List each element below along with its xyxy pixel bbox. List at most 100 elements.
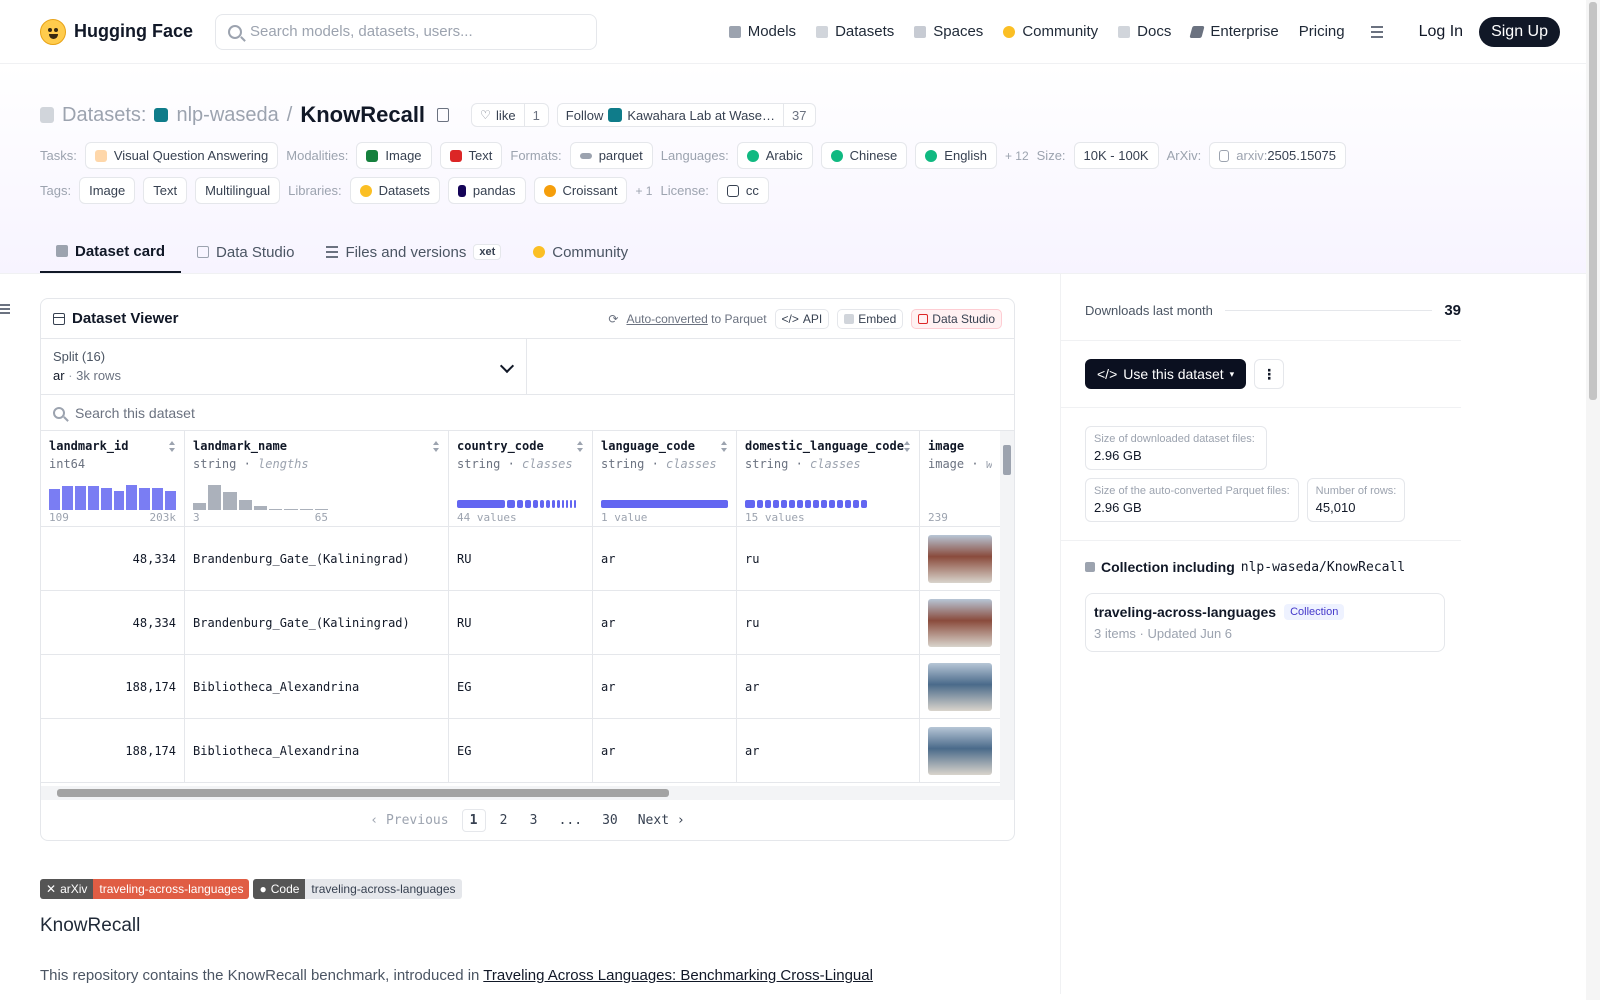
api-button[interactable]: </> API [774, 308, 830, 329]
nav-community[interactable]: Community [993, 14, 1108, 50]
collection-card[interactable]: traveling-across-languages Collection 3 i… [1085, 593, 1445, 652]
brand-logo[interactable]: Hugging Face [40, 18, 193, 45]
nav-pricing[interactable]: Pricing [1289, 14, 1355, 50]
horizontal-scrollbar[interactable] [41, 786, 1014, 800]
scrollbar-thumb[interactable] [1003, 445, 1011, 475]
arxiv-chip[interactable]: arxiv: 2505.15075 [1209, 142, 1347, 169]
modality-chip-image[interactable]: Image [356, 142, 432, 169]
language-chip-arabic[interactable]: Arabic [736, 142, 813, 169]
cell-image[interactable] [920, 527, 1000, 590]
tag-chip[interactable]: Text [143, 177, 188, 204]
page-1-button[interactable]: 1 [461, 808, 486, 832]
sort-icon[interactable] [721, 441, 728, 452]
use-this-dataset-button[interactable]: </> Use this dataset ▾ [1085, 359, 1247, 389]
nav-datasets[interactable]: Datasets [806, 14, 904, 50]
cell-country-code[interactable]: RU [449, 591, 593, 654]
collection-name[interactable]: traveling-across-languages [1094, 604, 1276, 620]
column-header-domestic-language-code[interactable]: domestic_language_code string · classes … [737, 431, 920, 526]
license-chip[interactable]: cc [716, 177, 769, 204]
library-chip-croissant[interactable]: Croissant [533, 177, 628, 204]
nav-enterprise[interactable]: Enterprise [1181, 14, 1288, 50]
cell-image[interactable] [920, 719, 1000, 782]
login-link[interactable]: Log In [1409, 23, 1473, 41]
paper-link[interactable]: Traveling Across Languages: Benchmarking… [483, 967, 873, 984]
image-thumbnail[interactable] [928, 726, 992, 775]
modality-chip-text[interactable]: Text [439, 142, 503, 169]
follow-button[interactable]: Follow Kawahara Lab at Wase… 37 [556, 103, 816, 127]
table-row[interactable]: 188,174 Bibliotheca_Alexandrina EG ar ar [41, 719, 1014, 783]
libraries-more[interactable]: + 1 [635, 184, 652, 198]
language-chip-english[interactable]: English [915, 142, 997, 169]
sort-icon[interactable] [169, 441, 176, 452]
tab-data-studio[interactable]: Data Studio [181, 231, 310, 273]
nav-docs[interactable]: Docs [1108, 14, 1181, 50]
cell-landmark-name[interactable]: Brandenburg_Gate_(Kaliningrad) [185, 591, 449, 654]
data-studio-button[interactable]: Data Studio [911, 308, 1002, 329]
sort-icon[interactable] [433, 441, 440, 452]
cell-domestic-language-code[interactable]: ar [737, 719, 920, 782]
tab-files-and-versions[interactable]: Files and versions xet [310, 231, 517, 273]
arxiv-badge[interactable]: ✕ arXiv traveling-across-languages [40, 879, 250, 899]
nav-more-menu[interactable] [1355, 14, 1393, 50]
vertical-scrollbar[interactable] [1000, 431, 1014, 793]
cell-domestic-language-code[interactable]: ru [737, 591, 920, 654]
page-2-button[interactable]: 2 [492, 810, 516, 831]
column-header-image[interactable]: image image · wid 239 [920, 431, 1000, 526]
image-thumbnail[interactable] [928, 598, 992, 647]
cell-landmark-name[interactable]: Brandenburg_Gate_(Kaliningrad) [185, 527, 449, 590]
toc-toggle-icon[interactable] [0, 304, 10, 314]
global-search-input[interactable]: Search models, datasets, users... [215, 13, 598, 50]
auto-converted-info[interactable]: Auto-converted to Parquet [626, 312, 766, 326]
nav-models[interactable]: Models [719, 14, 806, 50]
previous-page-button[interactable]: ‹ Previous [363, 810, 455, 831]
image-thumbnail[interactable] [928, 662, 992, 711]
table-row[interactable]: 48,334 Brandenburg_Gate_(Kaliningrad) RU ar… [41, 591, 1014, 655]
cell-country-code[interactable]: EG [449, 655, 593, 718]
split-selector[interactable]: Split (16) ar · 3k rows [41, 339, 527, 394]
library-chip-pandas[interactable]: pandas [447, 177, 526, 204]
image-thumbnail[interactable] [928, 534, 992, 583]
table-row[interactable]: 48,334 Brandenburg_Gate_(Kaliningrad) RU ar… [41, 527, 1014, 591]
cell-landmark-id[interactable]: 188,174 [41, 655, 185, 718]
code-badge[interactable]: ● Code traveling-across-languages [253, 879, 462, 899]
cell-domestic-language-code[interactable]: ru [737, 527, 920, 590]
copy-icon[interactable] [437, 108, 450, 122]
dataset-search-input[interactable]: Search this dataset [41, 395, 1014, 431]
scrollbar-thumb[interactable] [57, 789, 669, 797]
cell-language-code[interactable]: ar [593, 655, 737, 718]
tab-community[interactable]: Community [517, 231, 644, 273]
column-header-landmark-name[interactable]: landmark_name string · lengths 3 65 [185, 431, 449, 526]
page-scrollbar-thumb[interactable] [1589, 2, 1597, 400]
auto-converted-link[interactable]: Auto-converted [626, 312, 707, 326]
library-chip-datasets[interactable]: Datasets [349, 177, 440, 204]
cell-domestic-language-code[interactable]: ar [737, 655, 920, 718]
org-link[interactable]: nlp-waseda [176, 104, 278, 127]
size-chip[interactable]: 10K - 100K [1073, 142, 1159, 169]
column-header-language-code[interactable]: language_code string · classes 1 value [593, 431, 737, 526]
languages-more[interactable]: + 12 [1005, 149, 1029, 163]
format-chip[interactable]: parquet [569, 142, 653, 169]
cell-language-code[interactable]: ar [593, 719, 737, 782]
column-header-country-code[interactable]: country_code string · classes 44 values [449, 431, 593, 526]
sort-icon[interactable] [904, 441, 911, 452]
cell-language-code[interactable]: ar [593, 591, 737, 654]
nav-spaces[interactable]: Spaces [904, 14, 993, 50]
tag-chip[interactable]: Image [79, 177, 136, 204]
more-options-button[interactable]: ⋮ [1254, 359, 1285, 389]
repo-name[interactable]: KnowRecall [300, 102, 425, 128]
cell-landmark-id[interactable]: 48,334 [41, 527, 185, 590]
cell-image[interactable] [920, 655, 1000, 718]
cell-landmark-id[interactable]: 188,174 [41, 719, 185, 782]
cell-landmark-name[interactable]: Bibliotheca_Alexandrina [185, 655, 449, 718]
page-3-button[interactable]: 3 [522, 810, 546, 831]
cell-image[interactable] [920, 591, 1000, 654]
page-scrollbar[interactable] [1586, 0, 1600, 1000]
sort-icon[interactable] [577, 441, 584, 452]
page-30-button[interactable]: 30 [595, 810, 625, 831]
cell-country-code[interactable]: RU [449, 527, 593, 590]
language-chip-chinese[interactable]: Chinese [820, 142, 908, 169]
cell-landmark-id[interactable]: 48,334 [41, 591, 185, 654]
tag-chip[interactable]: Multilingual [195, 177, 281, 204]
column-header-landmark-id[interactable]: landmark_id int64 109 203k [41, 431, 185, 526]
signup-button[interactable]: Sign Up [1479, 16, 1560, 47]
